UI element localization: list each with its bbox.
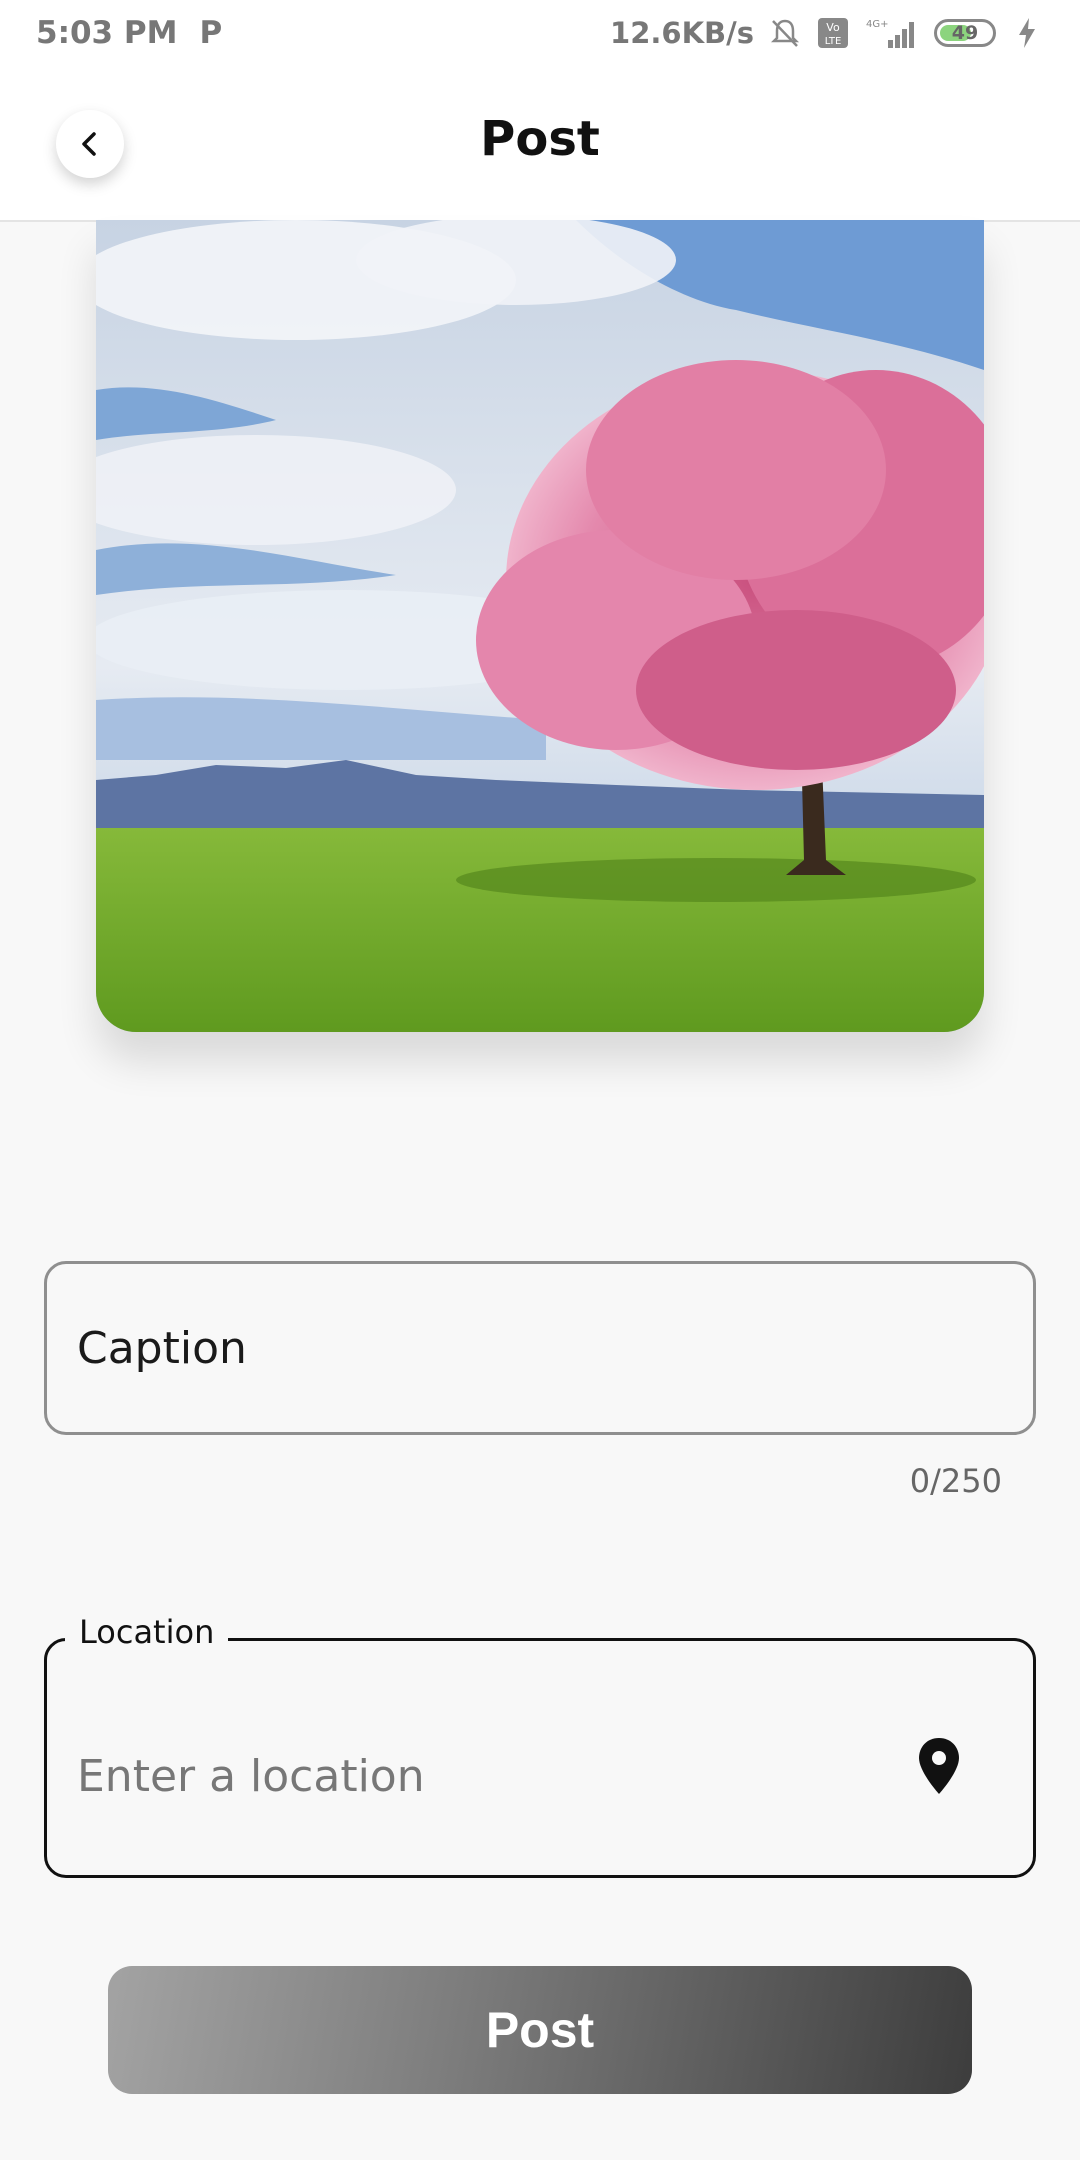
battery-icon: 49 (934, 19, 996, 47)
signal-icon: 4G+ (864, 16, 920, 50)
page-title: Post (480, 111, 600, 167)
status-right: 12.6KB/s Vo LTE 4G+ 49 (610, 16, 1044, 50)
status-time: 5:03 PM (36, 15, 178, 51)
caption-input[interactable]: Caption (44, 1261, 1036, 1435)
photo-preview[interactable] (96, 220, 984, 1032)
svg-text:Vo: Vo (826, 21, 840, 34)
location-placeholder: Enter a location (77, 1751, 425, 1802)
carrier-icon: P (199, 15, 223, 51)
location-label: Location (65, 1613, 229, 1651)
post-button[interactable]: Post (108, 1966, 972, 2094)
location-pin-icon[interactable] (915, 1736, 963, 1796)
caption-placeholder: Caption (77, 1322, 247, 1374)
photo-image (96, 220, 984, 1032)
charging-icon (1010, 16, 1044, 50)
status-bar: 5:03 PM P 12.6KB/s Vo LTE 4G+ 49 (0, 0, 1080, 66)
location-input[interactable]: Location Enter a location (44, 1613, 1036, 1878)
svg-text:4G+: 4G+ (866, 19, 889, 30)
volte-icon: Vo LTE (816, 16, 850, 50)
mute-icon (768, 16, 802, 50)
net-speed: 12.6KB/s (610, 16, 754, 50)
svg-text:LTE: LTE (825, 36, 842, 47)
caption-char-counter: 0/250 (909, 1462, 1002, 1500)
app-bar: Post (0, 66, 1080, 222)
